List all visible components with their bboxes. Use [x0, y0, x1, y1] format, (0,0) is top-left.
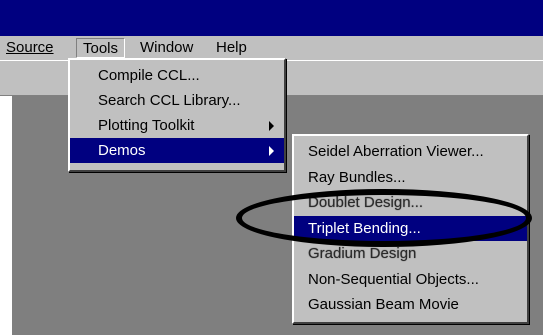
title-bar: [0, 0, 543, 36]
menu-item-gaussian-beam-movie[interactable]: Gaussian Beam Movie: [294, 292, 527, 318]
menu-item-seidel-aberration-viewer[interactable]: Seidel Aberration Viewer...: [294, 139, 527, 165]
menu-item-compile-ccl[interactable]: Compile CCL...: [70, 63, 284, 88]
tools-dropdown-menu: Compile CCL... Search CCL Library... Plo…: [68, 58, 286, 172]
menu-item-doublet-design[interactable]: Doublet Design...: [294, 190, 527, 216]
submenu-arrow-icon: [269, 145, 274, 156]
menu-item-search-ccl-library[interactable]: Search CCL Library...: [70, 88, 284, 113]
submenu-arrow-icon: [269, 120, 274, 131]
menu-item-triplet-bending[interactable]: Triplet Bending...: [294, 215, 527, 241]
menu-window[interactable]: Window: [134, 38, 199, 58]
demos-submenu: Seidel Aberration Viewer... Ray Bundles.…: [292, 134, 529, 324]
menu-item-plotting-toolkit[interactable]: Plotting Toolkit: [70, 113, 284, 138]
menu-tools[interactable]: Tools: [76, 38, 126, 58]
menu-help[interactable]: Help: [210, 38, 253, 58]
menu-item-ray-bundles[interactable]: Ray Bundles...: [294, 165, 527, 191]
menu-item-demos[interactable]: Demos: [70, 138, 284, 163]
menu-item-gradium-design[interactable]: Gradium Design: [294, 241, 527, 267]
menu-bar: Source Tools Window Help: [0, 36, 543, 60]
menu-item-non-sequential-objects[interactable]: Non-Sequential Objects...: [294, 267, 527, 293]
menu-source[interactable]: Source: [0, 38, 60, 58]
